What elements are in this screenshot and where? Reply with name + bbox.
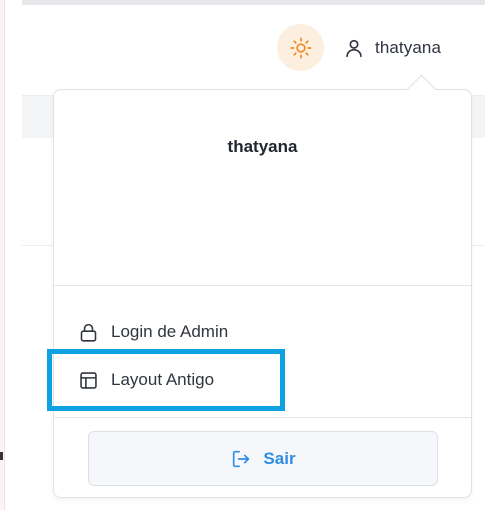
theme-toggle-button[interactable] [277, 24, 324, 71]
background-fragment [0, 452, 3, 460]
top-divider [22, 0, 485, 5]
left-panel-edge [0, 0, 5, 510]
user-menu-button[interactable]: thatyana [343, 30, 441, 66]
layout-icon [78, 370, 99, 391]
dropdown-divider [54, 417, 471, 418]
page: thatyana thatyana Login de Admin Layout … [0, 0, 485, 510]
dropdown-username: thatyana [227, 137, 298, 156]
logout-label: Sair [263, 448, 296, 468]
sun-icon [290, 37, 312, 59]
logout-icon [230, 448, 252, 470]
logout-button[interactable]: Sair [88, 431, 438, 486]
dropdown-profile-header: thatyana [54, 90, 471, 286]
header-username: thatyana [375, 38, 442, 57]
menu-item-label: Layout Antigo [111, 370, 215, 389]
menu-item-admin-login[interactable]: Login de Admin [78, 315, 228, 349]
lock-icon [78, 322, 99, 343]
menu-item-old-layout[interactable]: Layout Antigo [78, 363, 214, 397]
user-icon [343, 37, 365, 59]
user-dropdown-menu: thatyana Login de Admin Layout Antigo Sa… [53, 89, 472, 498]
menu-item-label: Login de Admin [111, 322, 229, 341]
